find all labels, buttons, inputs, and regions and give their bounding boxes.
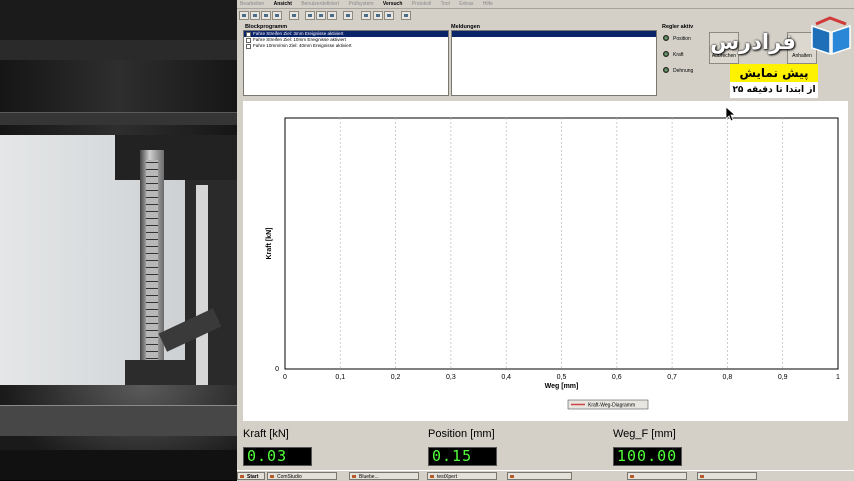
- list-selection-bar: [452, 31, 656, 37]
- x-tick-label: 0,5: [557, 374, 567, 381]
- radio-position[interactable]: [663, 35, 669, 41]
- export-icon[interactable]: [384, 11, 394, 20]
- radio-kraft[interactable]: [663, 51, 669, 57]
- taskbar: Start ComStudio Bluebe... testXpert: [237, 470, 854, 481]
- x-tick-label: 1: [836, 374, 840, 381]
- watermark-preview-label: پیش نمایش: [730, 64, 818, 82]
- taskbar-item[interactable]: [627, 472, 687, 480]
- x-tick-label: 0,3: [446, 374, 456, 381]
- menu-item[interactable]: Hilfe: [483, 1, 493, 7]
- book-logo-icon: [811, 16, 851, 56]
- camera-view: [0, 0, 237, 480]
- x-tick-label: 0,2: [391, 374, 401, 381]
- menu-item[interactable]: Benutzerdefiniert: [301, 1, 339, 7]
- paste-icon[interactable]: [316, 11, 326, 20]
- taskbar-item[interactable]: [697, 472, 757, 480]
- watermark-brand: فرادرس: [710, 30, 796, 54]
- readout-bar: Kraft [kN] 0.03 Position [mm] 0.15 Weg_F…: [237, 422, 854, 470]
- radio-dehnung[interactable]: [663, 67, 669, 73]
- chart-svg: 0 0,1 0,2 0,3 0,4 0,5 0,6 0,7 0,8 0,9 1 0 Weg [mm] Kr…: [266, 117, 840, 410]
- watermark-duration-label: از ابتدا تا دقیقه ۲۵: [730, 82, 818, 98]
- copy-icon[interactable]: [305, 11, 315, 20]
- taskbar-item[interactable]: Bluebe...: [349, 472, 419, 480]
- taskbar-item[interactable]: ComStudio: [267, 472, 337, 480]
- menu-item[interactable]: Prüfsystem: [349, 1, 374, 7]
- settings-icon[interactable]: [343, 11, 353, 20]
- regler-title: Regler aktiv: [662, 24, 694, 30]
- new-icon[interactable]: [239, 11, 249, 20]
- meldungen-list[interactable]: [451, 30, 657, 96]
- readout-label-kraft: Kraft [kN]: [243, 428, 289, 440]
- readout-value-weg: 100.00: [613, 447, 682, 466]
- table-icon[interactable]: [373, 11, 383, 20]
- x-axis-label: Weg [mm]: [545, 383, 579, 390]
- y-axis-label: Kraft [kN]: [266, 228, 273, 260]
- menu-item[interactable]: Tool: [441, 1, 450, 7]
- legend-label: Kraft-Weg-Diagramm: [588, 403, 635, 409]
- monitor-icon[interactable]: [401, 11, 411, 20]
- mouse-cursor-icon: [726, 107, 736, 121]
- blockprogramm-list[interactable]: Fahre Streifen Ziel: 3mm Ereignisse akti…: [243, 30, 449, 96]
- x-tick-label: 0,6: [612, 374, 622, 381]
- radio-label: Dehnung: [673, 68, 694, 74]
- menu-item[interactable]: Ansicht: [274, 1, 292, 7]
- readout-value-kraft: 0.03: [243, 447, 312, 466]
- x-tick-label: 0: [283, 374, 287, 381]
- menu-bar: Bearbeiten Ansicht Benutzerdefiniert Prü…: [237, 0, 854, 9]
- x-tick-label: 0,8: [723, 374, 733, 381]
- y-tick-label: 0: [275, 366, 279, 373]
- delete-icon[interactable]: [327, 11, 337, 20]
- radio-label: Kraft: [673, 52, 684, 58]
- readout-label-weg: Weg_F [mm]: [613, 428, 676, 440]
- taskbar-item[interactable]: [507, 472, 572, 480]
- menu-item[interactable]: Bearbeiten: [240, 1, 264, 7]
- menu-item[interactable]: Extras: [459, 1, 473, 7]
- start-button[interactable]: Start: [237, 472, 265, 480]
- menu-item[interactable]: Versuch: [383, 1, 402, 7]
- taskbar-item[interactable]: testXpert: [427, 472, 497, 480]
- x-tick-label: 0,7: [667, 374, 677, 381]
- x-tick-label: 0,4: [501, 374, 511, 381]
- open-icon[interactable]: [250, 11, 260, 20]
- x-tick-label: 0,1: [335, 374, 345, 381]
- radio-label: Position: [673, 36, 691, 42]
- watermark: فرادرس پیش نمایش از ابتدا تا دقیقه ۲۵: [698, 14, 854, 102]
- cut-icon[interactable]: [289, 11, 299, 20]
- menu-item[interactable]: Protokoll: [412, 1, 431, 7]
- x-tick-label: 0,9: [778, 374, 788, 381]
- save-icon[interactable]: [261, 11, 271, 20]
- force-displacement-chart: 0 0,1 0,2 0,3 0,4 0,5 0,6 0,7 0,8 0,9 1 0 Weg [mm] Kr…: [243, 101, 848, 421]
- list-item[interactable]: Fahre 10mm/min Ziel: 40mm Ereignisse akt…: [244, 43, 448, 49]
- readout-value-position: 0.15: [428, 447, 497, 466]
- chart-icon[interactable]: [361, 11, 371, 20]
- print-icon[interactable]: [272, 11, 282, 20]
- readout-label-position: Position [mm]: [428, 428, 495, 440]
